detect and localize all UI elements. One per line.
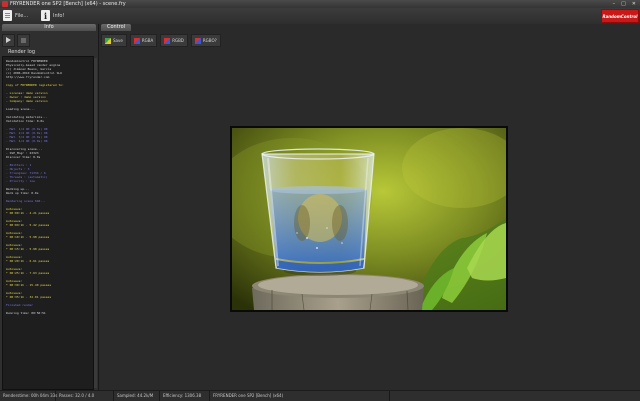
save-icon [105,37,111,44]
randomcontrol-logo: RandomControl [601,9,639,23]
file-icon [3,10,12,21]
toolbar-button-label: RGBA [141,38,154,43]
rgba-icon [133,37,140,44]
toolbar-button-label: RGBO? [202,38,217,43]
minimize-button[interactable]: – [613,1,616,7]
tab-control[interactable]: Control [101,24,131,31]
render-log-label: Render log [8,49,36,55]
main-toolbar: File... i Info! [0,8,640,25]
info-button[interactable]: i Info! [41,10,64,21]
render-log[interactable]: RandomControl FRYRENDER Physically-based … [2,56,94,390]
title-bar: FRYRENDER one SP2 [Bench] (x64) - scene.… [0,0,640,8]
play-button[interactable] [2,33,15,47]
render-image-svg [232,128,506,310]
toolbar-button-label: RGBD [172,38,184,43]
file-button[interactable]: File... [3,10,28,21]
info-panel: Info Render log RandomControl FRYRENDER P… [0,24,99,390]
rgbo-button[interactable]: RGBO? [190,34,221,47]
tab-info[interactable]: Info [2,24,96,31]
close-button[interactable]: ✕ [632,1,636,7]
log-scrollbar[interactable] [94,58,97,388]
save-button[interactable]: Save [101,34,127,47]
app-icon [2,1,8,7]
rgbd-button[interactable]: RGBD [160,34,188,47]
rgbo-icon [194,37,201,44]
window-title: FRYRENDER one SP2 [Bench] (x64) - scene.… [10,1,126,7]
rgbd-icon [164,37,171,44]
file-button-label: File... [15,12,29,19]
toolbar-button-label: Save [113,38,123,43]
status-bar: Renderstime: 00h 04m 33s Passes: 32.0 / 4… [0,390,640,401]
info-button-label: Info! [53,12,65,19]
play-icon [6,37,11,43]
image-toolbar: Save RGBA RGBD RGBO? [101,34,221,47]
rgba-button[interactable]: RGBA [129,34,158,47]
render-image [232,128,506,310]
stop-button[interactable] [17,33,30,47]
maximize-button[interactable]: □ [621,1,626,7]
window-controls: – □ ✕ [613,1,636,7]
render-controls [2,33,96,47]
log-line: Running time: 00:50:51 [6,311,46,315]
info-icon: i [41,10,50,21]
stop-icon [21,37,26,43]
